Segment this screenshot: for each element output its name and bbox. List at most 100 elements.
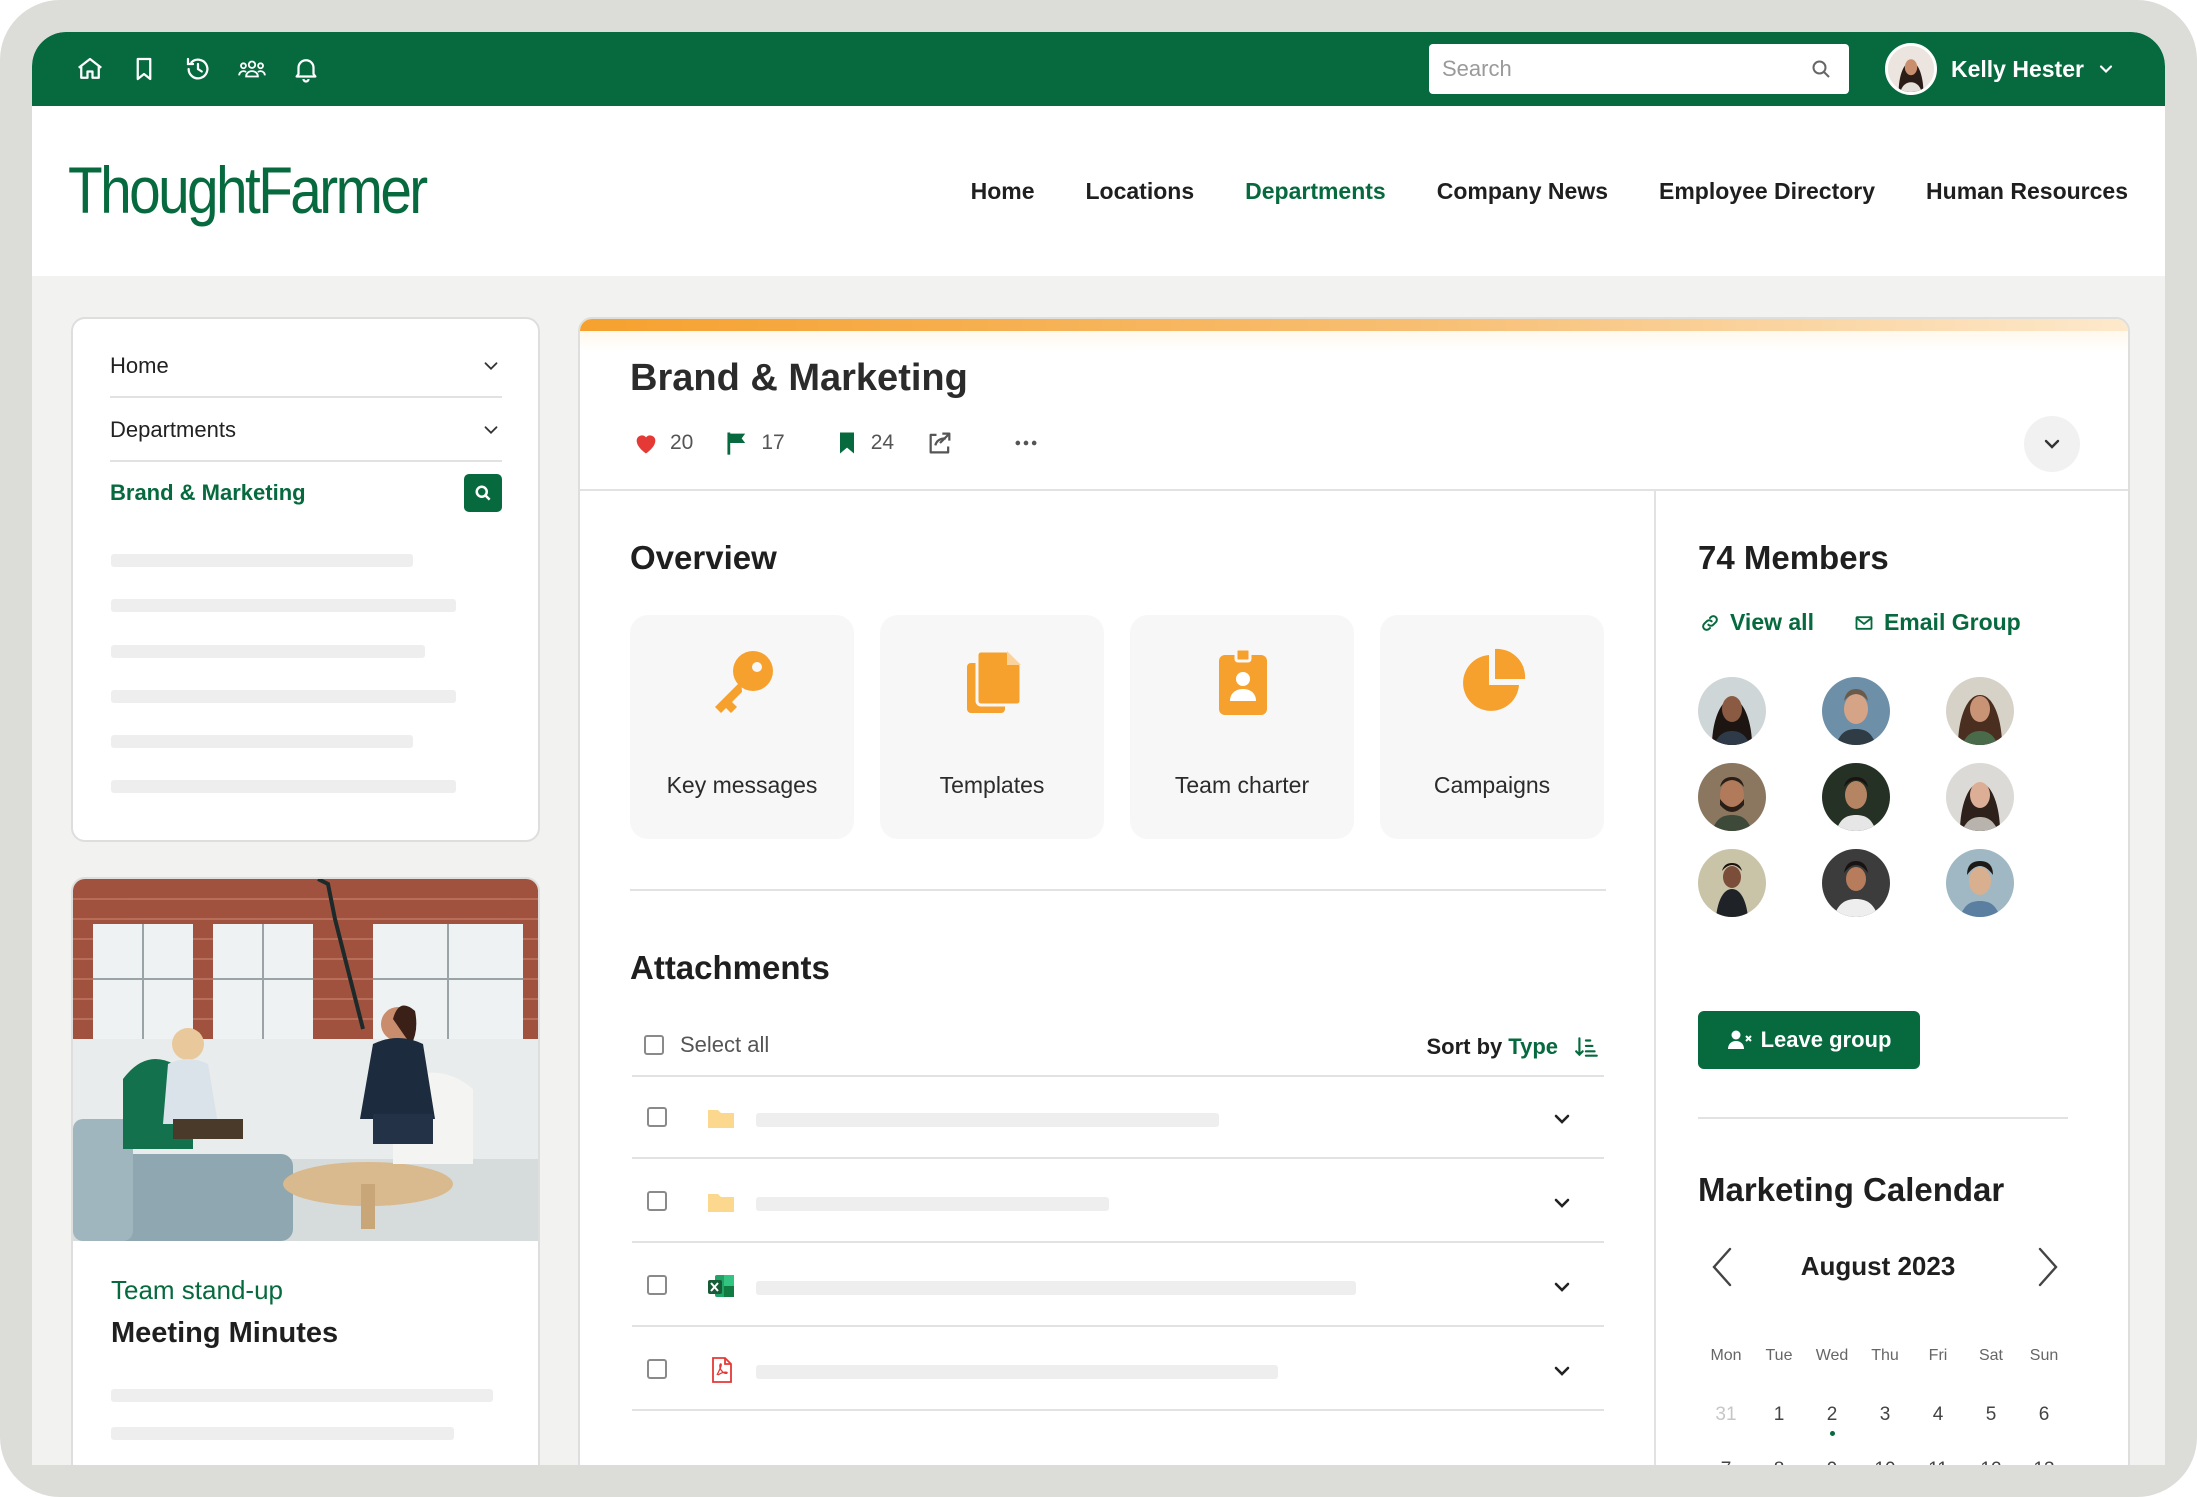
- id-badge-icon: [1219, 647, 1267, 715]
- attachments-heading: Attachments: [630, 949, 830, 986]
- more-options-button[interactable]: [1012, 429, 1050, 457]
- calendar-day[interactable]: 6: [2018, 1404, 2070, 1426]
- bell-icon[interactable]: [286, 49, 326, 89]
- member-avatar[interactable]: [1822, 763, 1890, 831]
- select-all[interactable]: Select all: [644, 1032, 769, 1058]
- email-group-link[interactable]: Email Group: [1854, 609, 2021, 636]
- weekday-label: Mon: [1710, 1347, 1742, 1364]
- calendar-day[interactable]: 12: [1965, 1459, 2017, 1465]
- leave-group-button[interactable]: Leave group: [1698, 1011, 1920, 1069]
- feature-title[interactable]: Meeting Minutes: [111, 1317, 338, 1350]
- tile-campaigns[interactable]: Campaigns: [1380, 615, 1604, 839]
- calendar-day[interactable]: 10: [1859, 1459, 1911, 1465]
- row-checkbox[interactable]: [647, 1275, 667, 1295]
- tile-templates[interactable]: Templates: [880, 615, 1104, 839]
- chevron-down-icon[interactable]: [1550, 1191, 1574, 1215]
- follow-button[interactable]: 17: [723, 429, 785, 457]
- tile-key-messages[interactable]: Key messages: [630, 615, 854, 839]
- search-input[interactable]: [1429, 44, 1849, 94]
- member-avatar[interactable]: [1946, 763, 2014, 831]
- weekday-label: Thu: [1871, 1347, 1899, 1364]
- calendar-day[interactable]: 4: [1912, 1404, 1964, 1426]
- nav-human-resources[interactable]: Human Resources: [1926, 178, 2128, 205]
- nav-home[interactable]: Home: [971, 178, 1035, 205]
- row-checkbox[interactable]: [647, 1107, 667, 1127]
- member-avatar[interactable]: [1822, 849, 1890, 917]
- attachment-row[interactable]: [632, 1245, 1604, 1327]
- folder-icon: [708, 1110, 734, 1128]
- heart-icon: [636, 435, 656, 454]
- people-icon[interactable]: [232, 49, 272, 89]
- share-button[interactable]: [926, 429, 964, 457]
- logo[interactable]: ThoughtFarmer: [68, 152, 428, 228]
- attachment-row[interactable]: [632, 1161, 1604, 1243]
- attachment-row[interactable]: [632, 1329, 1604, 1411]
- sort-ascending-icon[interactable]: [1574, 1034, 1600, 1060]
- attachment-row[interactable]: [632, 1077, 1604, 1159]
- view-all-label: View all: [1730, 609, 1814, 635]
- member-avatar[interactable]: [1698, 849, 1766, 917]
- top-bar: Kelly Hester: [32, 32, 2165, 106]
- sort-control[interactable]: Sort by Type: [1426, 1034, 1600, 1060]
- sidebar-item-brand-marketing[interactable]: Brand & Marketing: [110, 462, 502, 524]
- page-actions: 20 17 24: [632, 423, 1050, 463]
- member-avatar[interactable]: [1822, 677, 1890, 745]
- bookmark-button[interactable]: 24: [833, 429, 894, 457]
- chevron-down-icon[interactable]: [1550, 1107, 1574, 1131]
- feature-subtitle: Team stand-up: [111, 1275, 283, 1305]
- calendar-day[interactable]: 5: [1965, 1404, 2017, 1426]
- chevron-right-icon[interactable]: [2032, 1245, 2064, 1289]
- calendar-month: August 2023: [1800, 1251, 1956, 1281]
- calendar-day[interactable]: 8: [1753, 1459, 1805, 1465]
- calendar-day[interactable]: 13: [2018, 1459, 2070, 1465]
- overview-tiles: Key messages Templates Team charter Camp…: [630, 615, 1604, 839]
- nav-departments[interactable]: Departments: [1245, 178, 1386, 205]
- user-remove-icon: [1727, 1030, 1752, 1049]
- calendar-day[interactable]: 7: [1700, 1459, 1752, 1465]
- nav-employee-directory[interactable]: Employee Directory: [1659, 178, 1875, 205]
- chevron-down-icon[interactable]: [480, 355, 502, 377]
- loading-placeholder: [111, 1427, 454, 1440]
- member-avatar[interactable]: [1946, 849, 2014, 917]
- leave-group-label: Leave group: [1760, 1027, 1892, 1052]
- site-header: ThoughtFarmer Home Locations Departments…: [32, 106, 2165, 276]
- row-checkbox[interactable]: [647, 1191, 667, 1211]
- divider: [580, 489, 2128, 491]
- user-menu[interactable]: Kelly Hester: [1885, 43, 2116, 95]
- chevron-down-icon[interactable]: [1550, 1275, 1574, 1299]
- feature-card[interactable]: Team stand-up Meeting Minutes: [71, 877, 540, 1465]
- link-icon: [1702, 614, 1718, 631]
- nav-company-news[interactable]: Company News: [1437, 178, 1608, 205]
- view-all-link[interactable]: View all: [1700, 609, 1814, 636]
- today-indicator: [1830, 1431, 1835, 1436]
- home-icon[interactable]: [70, 49, 110, 89]
- chevron-down-icon: [2044, 439, 2060, 449]
- chevron-down-icon[interactable]: [1550, 1359, 1574, 1383]
- row-checkbox[interactable]: [647, 1359, 667, 1379]
- calendar-day[interactable]: 9: [1806, 1459, 1858, 1465]
- calendar-day-today[interactable]: 2: [1806, 1404, 1858, 1426]
- weekday-label: Sat: [1978, 1347, 2003, 1364]
- member-avatar[interactable]: [1698, 677, 1766, 745]
- sidebar-item-departments[interactable]: Departments: [110, 400, 502, 462]
- section-search-button[interactable]: [464, 474, 502, 512]
- follow-count: 17: [761, 431, 785, 454]
- nav-locations[interactable]: Locations: [1086, 178, 1195, 205]
- like-button[interactable]: 20: [632, 429, 693, 457]
- member-avatar[interactable]: [1946, 677, 2014, 745]
- calendar-day[interactable]: 31: [1700, 1404, 1752, 1426]
- member-avatar[interactable]: [1698, 763, 1766, 831]
- sidebar-item-label: Home: [110, 353, 169, 378]
- tile-team-charter[interactable]: Team charter: [1130, 615, 1354, 839]
- sidebar-item-home[interactable]: Home: [110, 336, 502, 398]
- select-all-checkbox[interactable]: [644, 1035, 664, 1055]
- sort-type-link[interactable]: Type: [1508, 1034, 1558, 1060]
- search-icon[interactable]: [1809, 57, 1833, 81]
- history-icon[interactable]: [178, 49, 218, 89]
- bookmark-icon[interactable]: [124, 49, 164, 89]
- collapse-header-button[interactable]: [2024, 416, 2080, 472]
- calendar-day[interactable]: 1: [1753, 1404, 1805, 1426]
- calendar-day[interactable]: 3: [1859, 1404, 1911, 1426]
- calendar-day[interactable]: 11: [1912, 1459, 1964, 1465]
- chevron-down-icon[interactable]: [480, 419, 502, 441]
